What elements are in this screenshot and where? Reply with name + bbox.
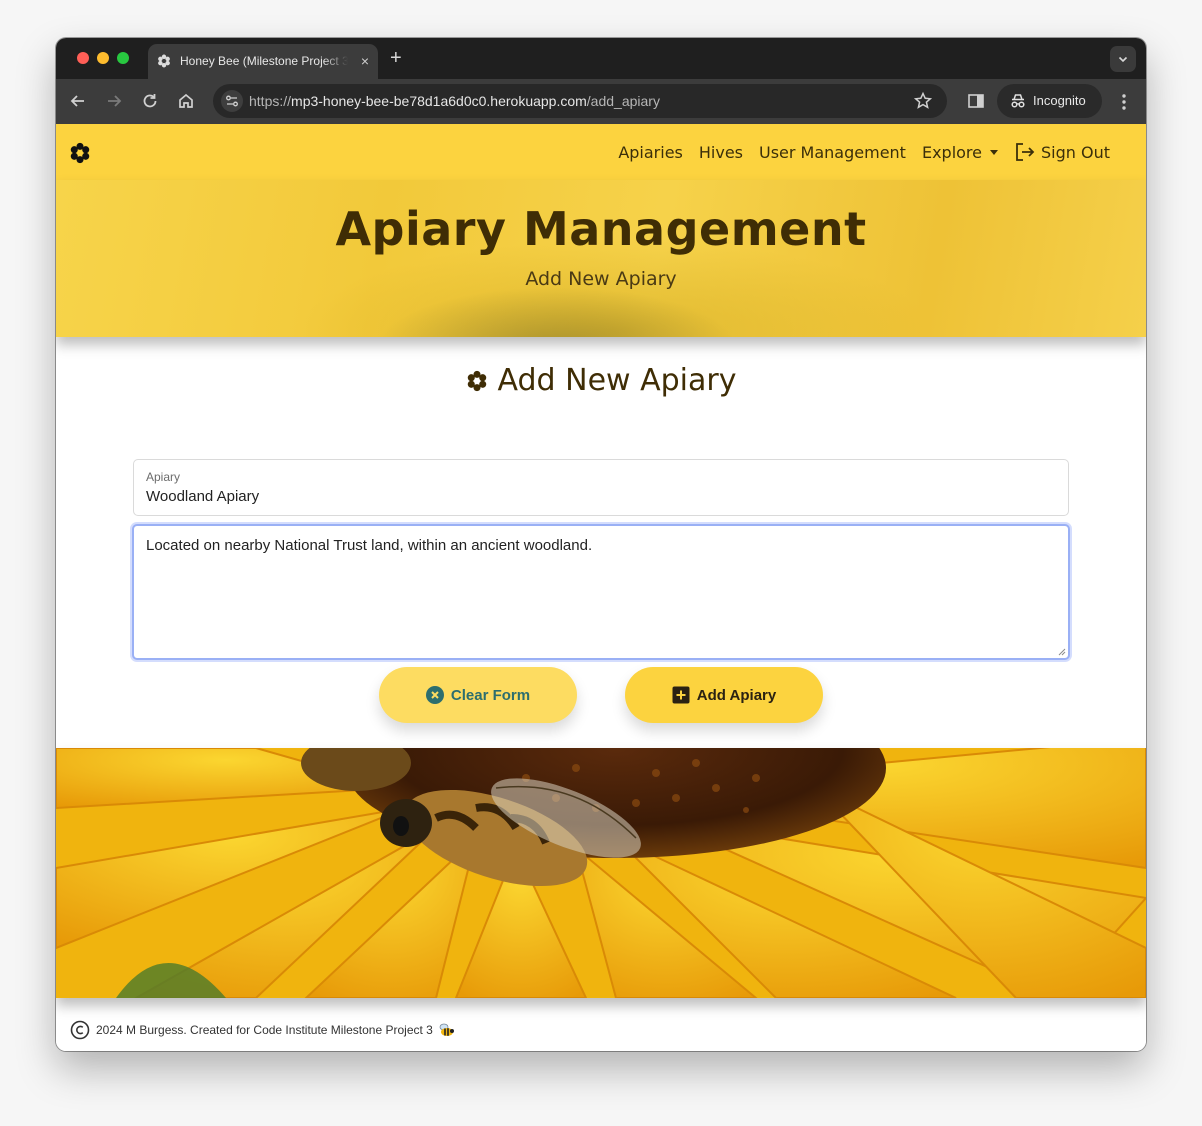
apiary-name-value: Woodland Apiary [146,488,260,505]
apiary-name-field[interactable]: Apiary Woodland Apiary [133,459,1069,516]
site-info-icon[interactable] [221,90,243,112]
sign-out-label: Sign Out [1041,142,1110,162]
reload-icon[interactable] [139,90,161,112]
page-subtitle: Add New Apiary [525,268,677,290]
tab-close-icon[interactable]: × [361,52,369,70]
web-page: Apiaries Hives User Management Explore S… [56,124,1146,1051]
footer-text: 2024 M Burgess. Created for Code Institu… [96,1023,433,1037]
form-heading: Add New Apiary [56,363,1146,398]
sign-out-icon [1016,143,1035,161]
sunflower-bee-image [56,748,1146,998]
clear-form-button[interactable]: Clear Form [379,667,577,723]
tab-title: Honey Bee (Milestone Project 3) [180,54,348,68]
maximize-window-button[interactable] [117,52,129,64]
flower-icon [467,370,486,391]
bee-icon [439,1023,454,1036]
browser-toolbar: https://mp3-honey-bee-be78d1a6d0c0.herok… [56,79,1146,124]
home-icon[interactable] [175,90,197,112]
flower-icon[interactable] [69,142,91,164]
browser-tab[interactable]: Honey Bee (Milestone Project 3) × [148,44,378,79]
star-icon[interactable] [913,91,933,111]
nav-link-apiaries[interactable]: Apiaries [618,143,683,162]
browser-window: Honey Bee (Milestone Project 3) × + http… [56,38,1146,1051]
close-window-button[interactable] [77,52,89,64]
add-apiary-button[interactable]: Add Apiary [625,667,823,723]
apiary-description-value: Located on nearby National Trust land, w… [146,537,593,554]
side-panel-icon[interactable] [966,91,986,111]
add-apiary-label: Add Apiary [696,686,777,704]
plus-square-icon [672,686,690,704]
address-bar[interactable]: https://mp3-honey-bee-be78d1a6d0c0.herok… [213,84,947,118]
resize-handle-icon[interactable] [1057,647,1066,656]
tab-strip: Honey Bee (Milestone Project 3) × + [56,38,1146,79]
forward-icon[interactable] [103,90,125,112]
form-heading-text: Add New Apiary [497,363,737,398]
nav-link-explore[interactable]: Explore [922,143,998,162]
hero-banner: Apiary Management Add New Apiary [56,180,1146,337]
apiary-description-textarea[interactable]: Located on nearby National Trust land, w… [132,524,1070,660]
nav-link-sign-out[interactable]: Sign Out [1014,141,1110,163]
clear-form-label: Clear Form [450,686,531,704]
nav-link-user-management[interactable]: User Management [759,143,906,162]
caret-down-icon [990,149,998,155]
url-text: https://mp3-honey-bee-be78d1a6d0c0.herok… [249,93,660,109]
kebab-menu-icon[interactable] [1114,91,1134,113]
new-tab-button[interactable]: + [390,47,402,69]
page-title: Apiary Management [335,202,867,256]
flower-icon [158,54,170,68]
footer: 2024 M Burgess. Created for Code Institu… [70,1020,455,1040]
minimize-window-button[interactable] [97,52,109,64]
incognito-indicator[interactable]: Incognito [997,84,1102,118]
nav-link-hives[interactable]: Hives [699,143,743,162]
incognito-label: Incognito [1033,93,1086,108]
chevron-down-icon [1118,56,1128,63]
tab-search-button[interactable] [1110,46,1136,72]
back-icon[interactable] [67,90,89,112]
explore-label: Explore [921,142,982,162]
copyright-icon [70,1020,90,1040]
apiary-name-label: Apiary [146,470,181,484]
nav-links: Apiaries Hives User Management Explore S… [602,141,1110,163]
incognito-icon [1011,94,1025,108]
close-circle-icon [425,686,444,704]
navbar: Apiaries Hives User Management Explore S… [56,124,1146,180]
